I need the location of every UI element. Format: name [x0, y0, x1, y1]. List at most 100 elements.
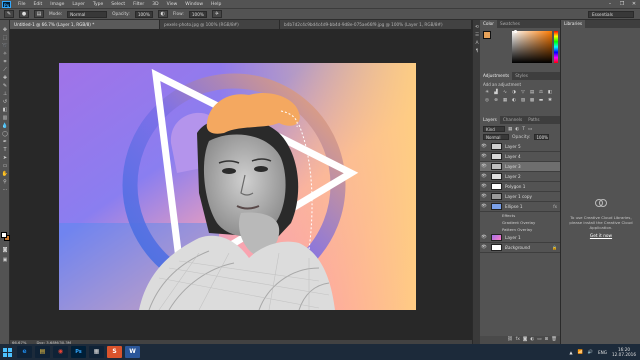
tab-pexels-photo[interactable]: pexels-photo.jpg @ 100% (RGB/8#)	[160, 20, 280, 29]
curves-icon[interactable]: ∿	[501, 89, 509, 96]
screen-mode-icon[interactable]: ▣	[0, 256, 10, 264]
document-canvas[interactable]	[59, 63, 416, 310]
menu-select[interactable]: Select	[107, 2, 129, 7]
photoshop-taskbar-icon[interactable]: Ps	[71, 346, 86, 358]
menu-file[interactable]: File	[14, 2, 30, 7]
volume-icon[interactable]: 🔊	[588, 349, 593, 355]
layer-row[interactable]: 👁 Layer 1	[480, 233, 560, 243]
mode-select[interactable]: Normal	[67, 10, 108, 18]
link-layers-icon[interactable]: ⛓	[507, 336, 513, 344]
blur-tool-icon[interactable]: 💧	[0, 122, 10, 130]
move-tool-icon[interactable]: ✥	[0, 26, 10, 34]
explorer-taskbar-icon[interactable]: ▤	[35, 346, 50, 358]
hue-slider[interactable]	[554, 31, 558, 63]
invert-icon[interactable]: ◐	[510, 97, 518, 104]
filter-type-icon[interactable]: T	[522, 127, 525, 132]
brightness-icon[interactable]: ☀	[483, 89, 491, 96]
filter-adjustment-icon[interactable]: ◐	[515, 127, 519, 132]
workspace-select[interactable]: Essentials	[588, 11, 634, 18]
color-panel-foreground[interactable]	[483, 31, 491, 39]
layer-row-background[interactable]: 👁 Background 🔒	[480, 243, 560, 253]
hand-tool-icon[interactable]: ✋	[0, 170, 10, 178]
delete-layer-icon[interactable]: 🗑	[551, 336, 557, 344]
layer-opacity-field[interactable]: 100%	[533, 134, 549, 140]
tab-swatches[interactable]: Swatches	[497, 20, 523, 28]
gradient-map-icon[interactable]: ▬	[537, 97, 545, 104]
type-tool-icon[interactable]: T	[0, 146, 10, 154]
eraser-tool-icon[interactable]: ◧	[0, 106, 10, 114]
exposure-icon[interactable]: ◑	[510, 89, 518, 96]
layer-row[interactable]: 👁 Ellipse 1 fx	[480, 202, 560, 212]
vibrance-icon[interactable]: ▽	[519, 89, 527, 96]
marquee-tool-icon[interactable]: ⬚	[0, 34, 10, 42]
visibility-eye-icon[interactable]: 👁	[480, 154, 488, 159]
close-button[interactable]: ✕	[628, 0, 640, 8]
start-button[interactable]	[0, 344, 14, 360]
history-brush-tool-icon[interactable]: ↺	[0, 98, 10, 106]
foreground-color-swatch[interactable]	[1, 232, 7, 238]
tab-color[interactable]: Color	[480, 20, 497, 28]
levels-icon[interactable]: ▟	[492, 89, 500, 96]
new-group-icon[interactable]: ▭	[537, 336, 541, 344]
effects-row[interactable]: Effects	[480, 212, 560, 219]
color-lookup-icon[interactable]: ▦	[501, 97, 509, 104]
menu-view[interactable]: View	[163, 2, 182, 7]
brush-preset-icon[interactable]: ✎	[4, 10, 14, 18]
tab-third-document[interactable]: b4b7d2c4c9bd4c4d9-bb4d-9d8e-075ae66f9.jp…	[280, 20, 472, 29]
menu-image[interactable]: Image	[46, 2, 68, 7]
threshold-icon[interactable]: ▩	[528, 97, 536, 104]
brush-tool-icon[interactable]: ✎	[0, 82, 10, 90]
minimize-button[interactable]: –	[604, 0, 616, 8]
tab-styles[interactable]: Styles	[512, 72, 531, 80]
tab-layers[interactable]: Layers	[480, 116, 500, 124]
language-indicator[interactable]: ENG	[598, 350, 607, 355]
get-it-now-link[interactable]: Get it now	[581, 234, 621, 239]
filter-shape-icon[interactable]: ▭	[528, 127, 532, 132]
brush-size-picker[interactable]: ●	[19, 10, 29, 18]
visibility-eye-icon[interactable]: 👁	[480, 144, 488, 149]
hue-saturation-icon[interactable]: ▤	[528, 89, 536, 96]
effect-gradient-overlay[interactable]: Gradient Overlay	[480, 219, 560, 226]
visibility-eye-icon[interactable]: 👁	[480, 245, 488, 250]
selective-color-icon[interactable]: ✱	[546, 97, 554, 104]
dodge-tool-icon[interactable]: ◯	[0, 130, 10, 138]
menu-layer[interactable]: Layer	[68, 2, 89, 7]
healing-brush-tool-icon[interactable]: ✚	[0, 74, 10, 82]
tab-adjustments[interactable]: Adjustments	[480, 72, 513, 80]
crop-tool-icon[interactable]: ⌗	[0, 58, 10, 66]
visibility-eye-icon[interactable]: 👁	[480, 184, 488, 189]
eyedropper-tool-icon[interactable]: ⟋	[0, 66, 10, 74]
color-field[interactable]	[512, 31, 552, 63]
shape-tool-icon[interactable]: ▭	[0, 162, 10, 170]
network-icon[interactable]: 📶	[578, 349, 583, 355]
visibility-eye-icon[interactable]: 👁	[480, 164, 488, 169]
menu-filter[interactable]: Filter	[129, 2, 148, 7]
slides-taskbar-icon[interactable]: S	[107, 346, 122, 358]
layer-row[interactable]: 👁 Layer 5	[480, 142, 560, 152]
blend-mode-select[interactable]: Normal	[483, 134, 509, 140]
pressure-opacity-icon[interactable]: ◐	[157, 10, 168, 18]
color-picker-marker[interactable]	[514, 30, 517, 33]
tab-channels[interactable]: Channels	[500, 116, 525, 124]
menu-3d[interactable]: 3D	[148, 2, 162, 7]
photo-filter-icon[interactable]: ◎	[483, 97, 491, 104]
quick-select-tool-icon[interactable]: ✧	[0, 50, 10, 58]
gradient-tool-icon[interactable]: ▥	[0, 114, 10, 122]
quick-mask-icon[interactable]: ◙	[0, 246, 10, 254]
app-taskbar-icon[interactable]: ▦	[89, 346, 104, 358]
tab-untitled-1[interactable]: Untitled-1 @ 66.7% (Layer 1, RGB/8) *	[10, 20, 160, 29]
add-style-icon[interactable]: fx	[516, 336, 520, 344]
visibility-eye-icon[interactable]: 👁	[480, 174, 488, 179]
effect-pattern-overlay[interactable]: Pattern Overlay	[480, 226, 560, 233]
path-selection-tool-icon[interactable]: ➤	[0, 154, 10, 162]
menu-help[interactable]: Help	[207, 2, 225, 7]
posterize-icon[interactable]: ▨	[519, 97, 527, 104]
menu-edit[interactable]: Edit	[30, 2, 47, 7]
layer-row[interactable]: 👁 Layer 4	[480, 152, 560, 162]
new-adjustment-icon[interactable]: ◐	[530, 336, 534, 344]
word-taskbar-icon[interactable]: W	[125, 346, 140, 358]
layer-row-selected[interactable]: 👁 Layer 3	[480, 162, 560, 172]
visibility-eye-icon[interactable]: 👁	[480, 235, 488, 240]
channel-mixer-icon[interactable]: ⊕	[492, 97, 500, 104]
airbrush-icon[interactable]: ✈	[211, 10, 222, 18]
